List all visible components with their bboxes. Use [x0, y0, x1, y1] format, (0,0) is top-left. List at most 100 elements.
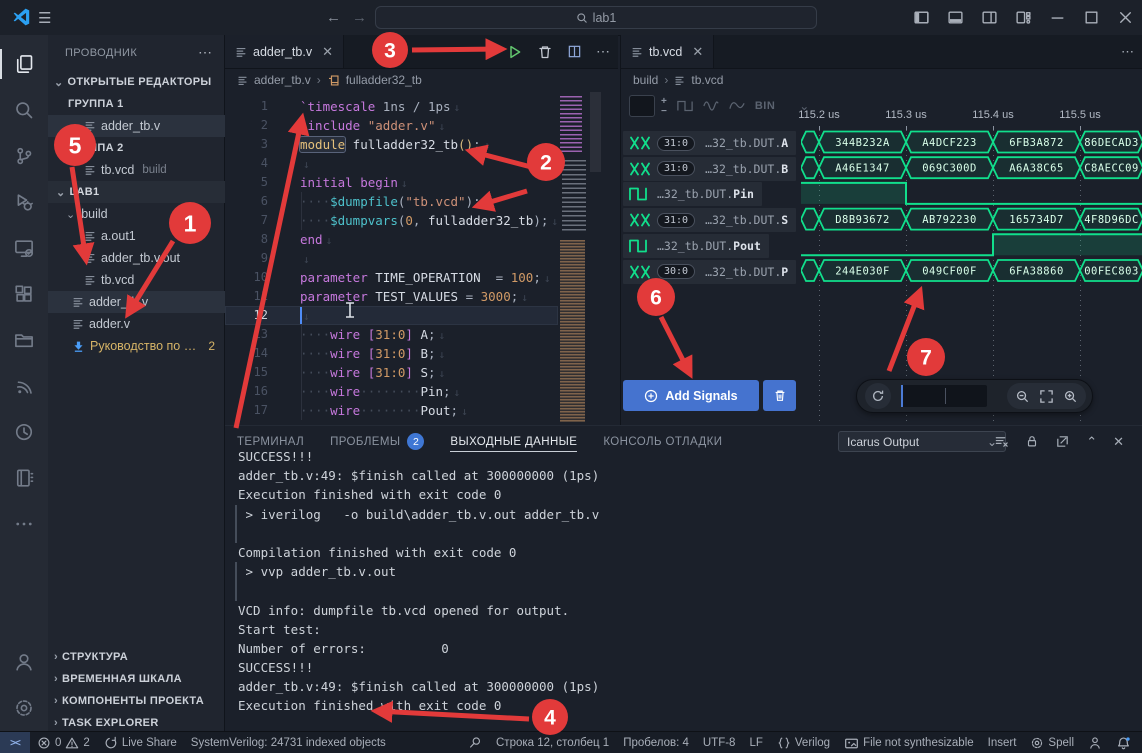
activity-remote[interactable]	[0, 225, 48, 271]
code-line-1[interactable]: 1`timescale 1ns / 1ps↓	[225, 97, 558, 116]
code-line-6[interactable]: 6····$dumpfile("tb.vcd");↓	[225, 192, 558, 211]
code-line-14[interactable]: 14····wire [31:0] B;↓	[225, 344, 558, 363]
activity-search[interactable]	[0, 87, 48, 133]
remote-indicator[interactable]: ><	[0, 732, 30, 753]
feedback[interactable]	[1081, 732, 1109, 753]
sidebar-more-icon[interactable]: ⋯	[198, 44, 213, 61]
panel-tab-консоль-отладки[interactable]: КОНСОЛЬ ОТЛАДКИ	[603, 426, 722, 457]
activity-account[interactable]	[0, 639, 48, 685]
activity-files[interactable]	[0, 41, 48, 87]
tree-item-tb-vcd[interactable]: tb.vcd	[48, 269, 225, 291]
tree-item-группа-1[interactable]: ГРУППА 1	[48, 93, 225, 115]
insert-mode[interactable]: Insert	[981, 732, 1024, 753]
chevron-up-icon[interactable]: ⌃	[1086, 434, 1097, 450]
section-временная-шкала[interactable]: ›ВРЕМЕННАЯ ШКАЛА	[48, 668, 225, 690]
lock-icon[interactable]	[1025, 434, 1039, 449]
code-line-9[interactable]: 9↓	[225, 249, 558, 268]
activity-timeline[interactable]	[0, 409, 48, 455]
tab-adder-tb-v[interactable]: adder_tb.v ✕	[225, 35, 344, 68]
refresh-button[interactable]	[865, 383, 891, 409]
code-line-15[interactable]: 15····wire [31:0] S;↓	[225, 363, 558, 382]
layout-custom-icon[interactable]	[1006, 0, 1040, 35]
signal-row-a[interactable]: 31:0…32_tb.DUT.A	[623, 131, 796, 155]
open-editors-header[interactable]: ⌄ ОТКРЫТЫЕ РЕДАКТОРЫ	[48, 71, 225, 93]
activity-wireless[interactable]	[0, 363, 48, 409]
more-icon[interactable]: ⋯	[596, 43, 610, 60]
activity-run-debug[interactable]	[0, 179, 48, 225]
systemverilog-status[interactable]: SystemVerilog: 24731 indexed objects	[184, 732, 393, 753]
close-icon[interactable]: ✕	[1113, 434, 1124, 450]
nav-back-icon[interactable]: ←	[326, 9, 341, 26]
scrollbar[interactable]	[590, 92, 601, 172]
minimap[interactable]	[558, 92, 588, 425]
code-line-7[interactable]: 7····$dumpvars(0, fulladder32_tb);↓	[225, 211, 558, 230]
section-структура[interactable]: ›СТРУКТУРА	[48, 646, 225, 668]
encoding[interactable]: UTF-8	[696, 732, 743, 753]
code-line-3[interactable]: 3module fulladder32_tb();↓	[225, 135, 558, 154]
nav-forward-icon[interactable]: →	[352, 9, 367, 26]
tree-item-руководство-по-[interactable]: Руководство по …2	[48, 335, 225, 357]
code-line-12[interactable]: 12↓	[225, 306, 558, 325]
open-in-editor-icon[interactable]	[1055, 434, 1070, 449]
breadcrumb[interactable]: adder_tb.v › fulladder32_tb	[225, 68, 422, 92]
section-компоненты-проекта[interactable]: ›КОМПОНЕНТЫ ПРОЕКТА	[48, 690, 225, 712]
signal-row-s[interactable]: 31:0…32_tb.DUT.S	[623, 208, 796, 232]
activity-more[interactable]	[0, 501, 48, 547]
language-mode[interactable]: Verilog	[770, 732, 837, 753]
layout-panel-icon[interactable]	[938, 0, 972, 35]
cursor-position[interactable]: Строка 12, столбец 1	[489, 732, 616, 753]
tree-item-lab1[interactable]: ⌄LAB1	[48, 181, 225, 203]
code-line-4[interactable]: 4↓	[225, 154, 558, 173]
add-signals-button[interactable]: Add Signals	[623, 380, 759, 411]
trash-icon[interactable]	[537, 44, 553, 60]
tree-item-adder-tb-v[interactable]: adder_tb.v	[48, 115, 225, 137]
signal-row-p[interactable]: 30:0…32_tb.DUT.P	[623, 260, 796, 284]
signal-row-b[interactable]: 31:0…32_tb.DUT.B	[623, 157, 796, 181]
code-line-2[interactable]: 2`include "adder.v"↓	[225, 116, 558, 135]
clear-output-icon[interactable]	[994, 434, 1009, 449]
code-line-5[interactable]: 5initial begin↓	[225, 173, 558, 192]
notifications[interactable]	[1109, 732, 1138, 753]
code-line-16[interactable]: 16····wire········Pin;↓	[225, 382, 558, 401]
activity-source-control[interactable]	[0, 133, 48, 179]
zoom-out-icon[interactable]	[1015, 389, 1030, 404]
code-line-10[interactable]: 10parameter TIME_OPERATION = 100;↓	[225, 268, 558, 287]
output-channel-select[interactable]: Icarus Output ⌄	[838, 431, 1006, 452]
zoom-range-input[interactable]	[901, 385, 987, 407]
tree-item-adder-v[interactable]: adder.v	[48, 313, 225, 335]
tree-item-a-out1[interactable]: a.out1	[48, 225, 225, 247]
minimize-icon[interactable]	[1040, 0, 1074, 35]
spell[interactable]: Spell	[1023, 732, 1081, 753]
code-line-11[interactable]: 11parameter TEST_VALUES = 3000;↓	[225, 287, 558, 306]
activity-settings[interactable]	[0, 685, 48, 731]
activity-notebook[interactable]	[0, 455, 48, 501]
activity-extensions[interactable]	[0, 271, 48, 317]
signal-row-pin[interactable]: …32_tb.DUT.Pin	[623, 182, 762, 206]
tree-item-adder-tb-v[interactable]: adder_tb.v	[48, 291, 225, 313]
more-icon[interactable]: ⋯	[1121, 44, 1134, 60]
maximize-icon[interactable]	[1074, 0, 1108, 35]
tree-item-build[interactable]: ⌄build	[48, 203, 225, 225]
live-share[interactable]: Live Share	[97, 732, 184, 753]
code-line-13[interactable]: 13····wire [31:0] A;↓	[225, 325, 558, 344]
code-line-8[interactable]: 8end↓	[225, 230, 558, 249]
close-icon[interactable]	[1108, 0, 1142, 35]
tree-item-группа-2[interactable]: ГРУППА 2	[48, 137, 225, 159]
selection-tool[interactable]	[461, 732, 489, 753]
code-editor[interactable]: 1`timescale 1ns / 1ps↓2`include "adder.v…	[225, 97, 558, 420]
command-center-search[interactable]: lab1	[375, 6, 817, 29]
split-editor-icon[interactable]	[567, 44, 582, 59]
activity-library[interactable]	[0, 317, 48, 363]
indentation[interactable]: Пробелов: 4	[616, 732, 696, 753]
tree-item-tb-vcd[interactable]: tb.vcdbuild	[48, 159, 225, 181]
code-line-17[interactable]: 17····wire········Pout;↓	[225, 401, 558, 420]
eol[interactable]: LF	[742, 732, 769, 753]
layout-sidebar-left-icon[interactable]	[904, 0, 938, 35]
run-icon[interactable]	[507, 44, 523, 60]
zoom-in-icon[interactable]	[1063, 389, 1078, 404]
layout-sidebar-right-icon[interactable]	[972, 0, 1006, 35]
problems[interactable]: 02	[30, 732, 97, 753]
signal-row-pout[interactable]: …32_tb.DUT.Pout	[623, 234, 769, 258]
zoom-fit-icon[interactable]	[1039, 389, 1054, 404]
tree-item-adder-tb-v-out[interactable]: adder_tb.v.out	[48, 247, 225, 269]
